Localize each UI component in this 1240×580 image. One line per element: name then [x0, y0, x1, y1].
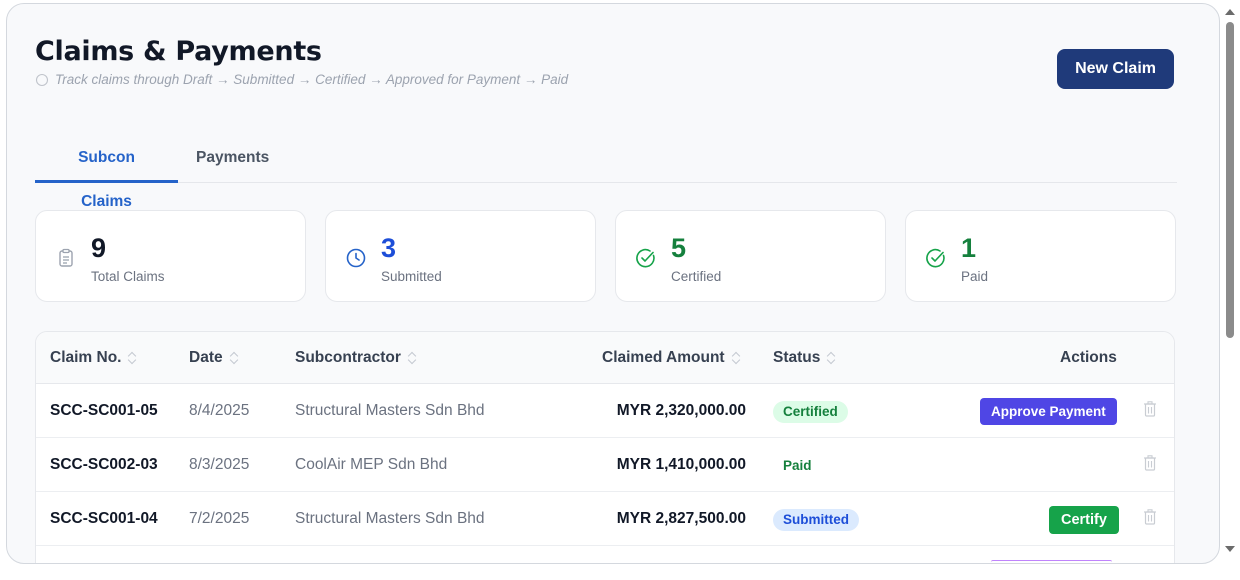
claimed-amount: MYR 1,410,000.00 [616, 456, 746, 473]
status-badge: Submitted [773, 509, 859, 531]
scroll-thumb[interactable] [1226, 22, 1234, 338]
column-header-claimed-amount[interactable]: Claimed Amount [602, 349, 741, 367]
claim-date: 7/2/2025 [189, 510, 250, 527]
clipboard-icon [59, 248, 73, 267]
column-label: Claimed Amount [602, 349, 725, 366]
column-label: Subcontractor [295, 349, 401, 366]
claim-date: 8/3/2025 [189, 456, 250, 473]
stat-label: Paid [961, 269, 989, 284]
claim-no: SCC-SC002-03 [50, 456, 158, 473]
column-header-claim-no[interactable]: Claim No. [50, 349, 137, 367]
trash-icon[interactable] [1143, 509, 1157, 525]
subcontractor: Structural Masters Sdn Bhd [295, 402, 485, 419]
status-badge: Certified [773, 401, 848, 423]
claims-table: Claim No. Date Subcontractor Claimed Amo… [35, 331, 1175, 563]
stat-label: Total Claims [91, 269, 165, 284]
scroll-up-arrow[interactable] [1225, 9, 1235, 15]
subcontractor: Structural Masters Sdn Bhd [295, 510, 485, 527]
stat-card-submitted: 3 Submitted [325, 210, 596, 302]
column-header-date[interactable]: Date [189, 349, 239, 367]
tab-bar: Subcon Claims Payments [35, 136, 1177, 210]
check-circle-icon [636, 248, 655, 268]
column-header-actions: Actions [1060, 349, 1117, 367]
column-label: Date [189, 349, 223, 366]
approve-payment-button[interactable]: Approve Payment [980, 398, 1117, 425]
table-row[interactable]: SCC-SC002-03 8/3/2025 CoolAir MEP Sdn Bh… [36, 438, 1174, 492]
table-row[interactable] [36, 546, 1174, 563]
stats-cards: 9 Total Claims 3 Submitted 5 Certified 1… [35, 210, 1176, 302]
sort-icon[interactable] [409, 352, 417, 364]
claim-date: 8/4/2025 [189, 402, 250, 419]
tab-subcon-claims[interactable]: Subcon Claims [35, 136, 178, 210]
subtitle-text: Track claims through Draft → Submitted →… [55, 72, 569, 87]
certify-button[interactable]: Certify [1049, 506, 1119, 534]
subcontractor: CoolAir MEP Sdn Bhd [295, 456, 448, 473]
sort-icon[interactable] [733, 352, 741, 364]
check-circle-icon [926, 248, 945, 268]
column-header-status[interactable]: Status [773, 349, 836, 367]
trash-icon[interactable] [1143, 455, 1157, 471]
stat-card-certified: 5 Certified [615, 210, 886, 302]
page-subtitle: Track claims through Draft → Submitted →… [35, 72, 568, 87]
status-badge: Paid [783, 458, 812, 473]
new-claim-button[interactable]: New Claim [1057, 49, 1174, 89]
column-header-subcontractor[interactable]: Subcontractor [295, 349, 417, 367]
claim-no: SCC-SC001-04 [50, 510, 158, 527]
table-row[interactable]: SCC-SC001-04 7/2/2025 Structural Masters… [36, 492, 1174, 546]
trash-icon[interactable] [1143, 401, 1157, 417]
stat-value: 5 [671, 233, 687, 263]
tab-payments[interactable]: Payments [178, 136, 287, 183]
column-label: Actions [1060, 349, 1117, 366]
clock-icon [346, 248, 366, 268]
stat-label: Certified [671, 269, 722, 284]
stat-card-total: 9 Total Claims [35, 210, 306, 302]
app-frame: Claims & Payments Track claims through D… [6, 3, 1220, 564]
sort-icon[interactable] [231, 352, 239, 364]
stat-value: 1 [961, 233, 977, 263]
column-label: Status [773, 349, 821, 366]
claim-no: SCC-SC001-05 [50, 402, 158, 419]
info-icon [35, 73, 49, 86]
sort-icon[interactable] [828, 352, 836, 364]
sort-icon[interactable] [129, 352, 137, 364]
page-scrollbar[interactable] [1220, 0, 1240, 580]
table-header: Claim No. Date Subcontractor Claimed Amo… [36, 332, 1174, 384]
scroll-down-arrow[interactable] [1225, 546, 1235, 552]
claimed-amount: MYR 2,827,500.00 [616, 510, 746, 527]
stat-label: Submitted [381, 269, 442, 284]
stat-value: 9 [91, 233, 107, 263]
column-label: Claim No. [50, 349, 122, 366]
stat-card-paid: 1 Paid [905, 210, 1176, 302]
claimed-amount: MYR 2,320,000.00 [616, 402, 746, 419]
table-row[interactable]: SCC-SC001-05 8/4/2025 Structural Masters… [36, 384, 1174, 438]
page-title: Claims & Payments [35, 36, 322, 67]
stat-value: 3 [381, 233, 397, 263]
approve-payment-button[interactable] [991, 560, 1112, 563]
